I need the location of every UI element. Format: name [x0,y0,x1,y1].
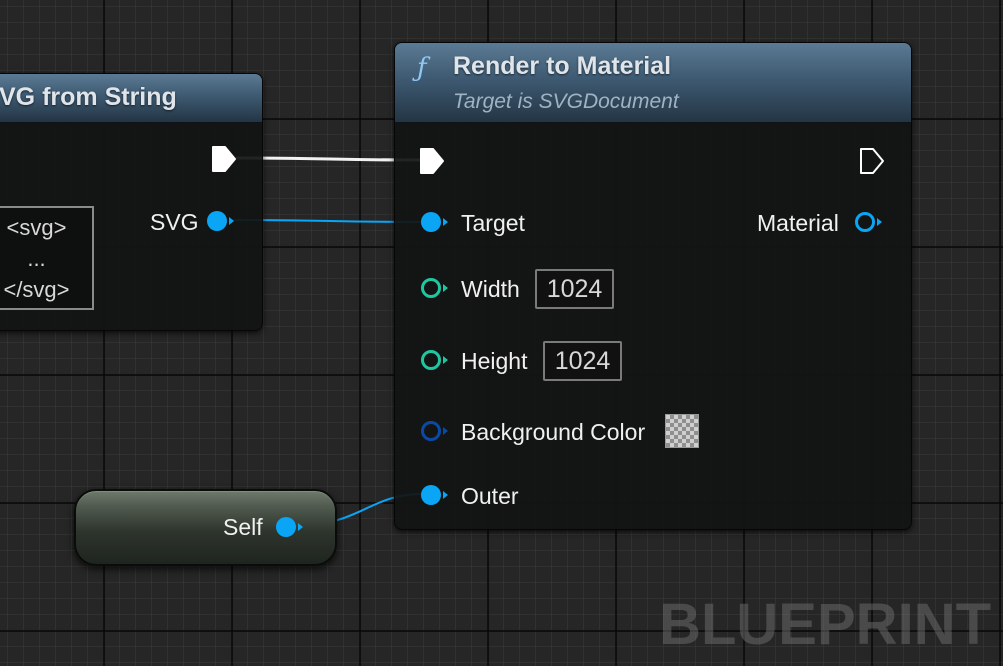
background-color-swatch[interactable] [665,414,699,448]
render-to-material-node-header[interactable]: ƒ Render to Material Target is SVGDocume… [395,43,911,123]
exec-in-pin[interactable] [419,147,445,175]
height-value-input[interactable]: 1024 [543,341,622,381]
height-pin-label: Height [461,348,528,374]
exec-out-pin[interactable] [859,147,885,175]
width-value-input[interactable]: 1024 [535,269,614,309]
material-output-pin[interactable] [853,209,885,235]
background-color-pin[interactable] [419,418,451,444]
render-to-material-node-title: Render to Material [453,52,672,80]
svg-from-string-node[interactable]: VG from String SVG <svg> ... </svg> [0,73,263,331]
width-pin-label: Width [461,276,520,302]
function-icon: ƒ [417,53,427,83]
svg-from-string-node-header[interactable]: VG from String [0,74,262,123]
height-pin[interactable] [419,347,451,373]
svg-from-string-node-title: VG from String [0,83,177,111]
self-node[interactable]: Self [74,489,337,566]
background-color-pin-label: Background Color [461,419,646,445]
svg-string-input[interactable]: <svg> ... </svg> [0,206,94,310]
svg-string-line: ... [27,246,46,271]
target-pin-label: Target [461,210,525,236]
outer-pin-label: Outer [461,483,519,509]
exec-out-pin[interactable] [211,145,237,173]
self-output-pin[interactable] [274,514,306,540]
outer-pin[interactable] [419,482,451,508]
svg-string-line: </svg> [3,277,70,302]
render-to-material-node-subtitle: Target is SVGDocument [453,90,679,113]
svg-output-pin-label: SVG [150,209,199,235]
svg-output-pin[interactable] [205,208,237,234]
blueprint-graph-canvas[interactable]: VG from String SVG <svg> ... </svg> ƒ Re… [0,0,1003,666]
material-pin-label: Material [757,210,839,236]
target-pin[interactable] [419,209,451,235]
self-label: Self [223,514,263,540]
blueprint-watermark: BLUEPRINT [659,592,991,657]
svg-string-line: <svg> [6,215,67,240]
render-to-material-node[interactable]: ƒ Render to Material Target is SVGDocume… [394,42,912,530]
exec-wire[interactable] [235,156,421,162]
width-pin[interactable] [419,275,451,301]
